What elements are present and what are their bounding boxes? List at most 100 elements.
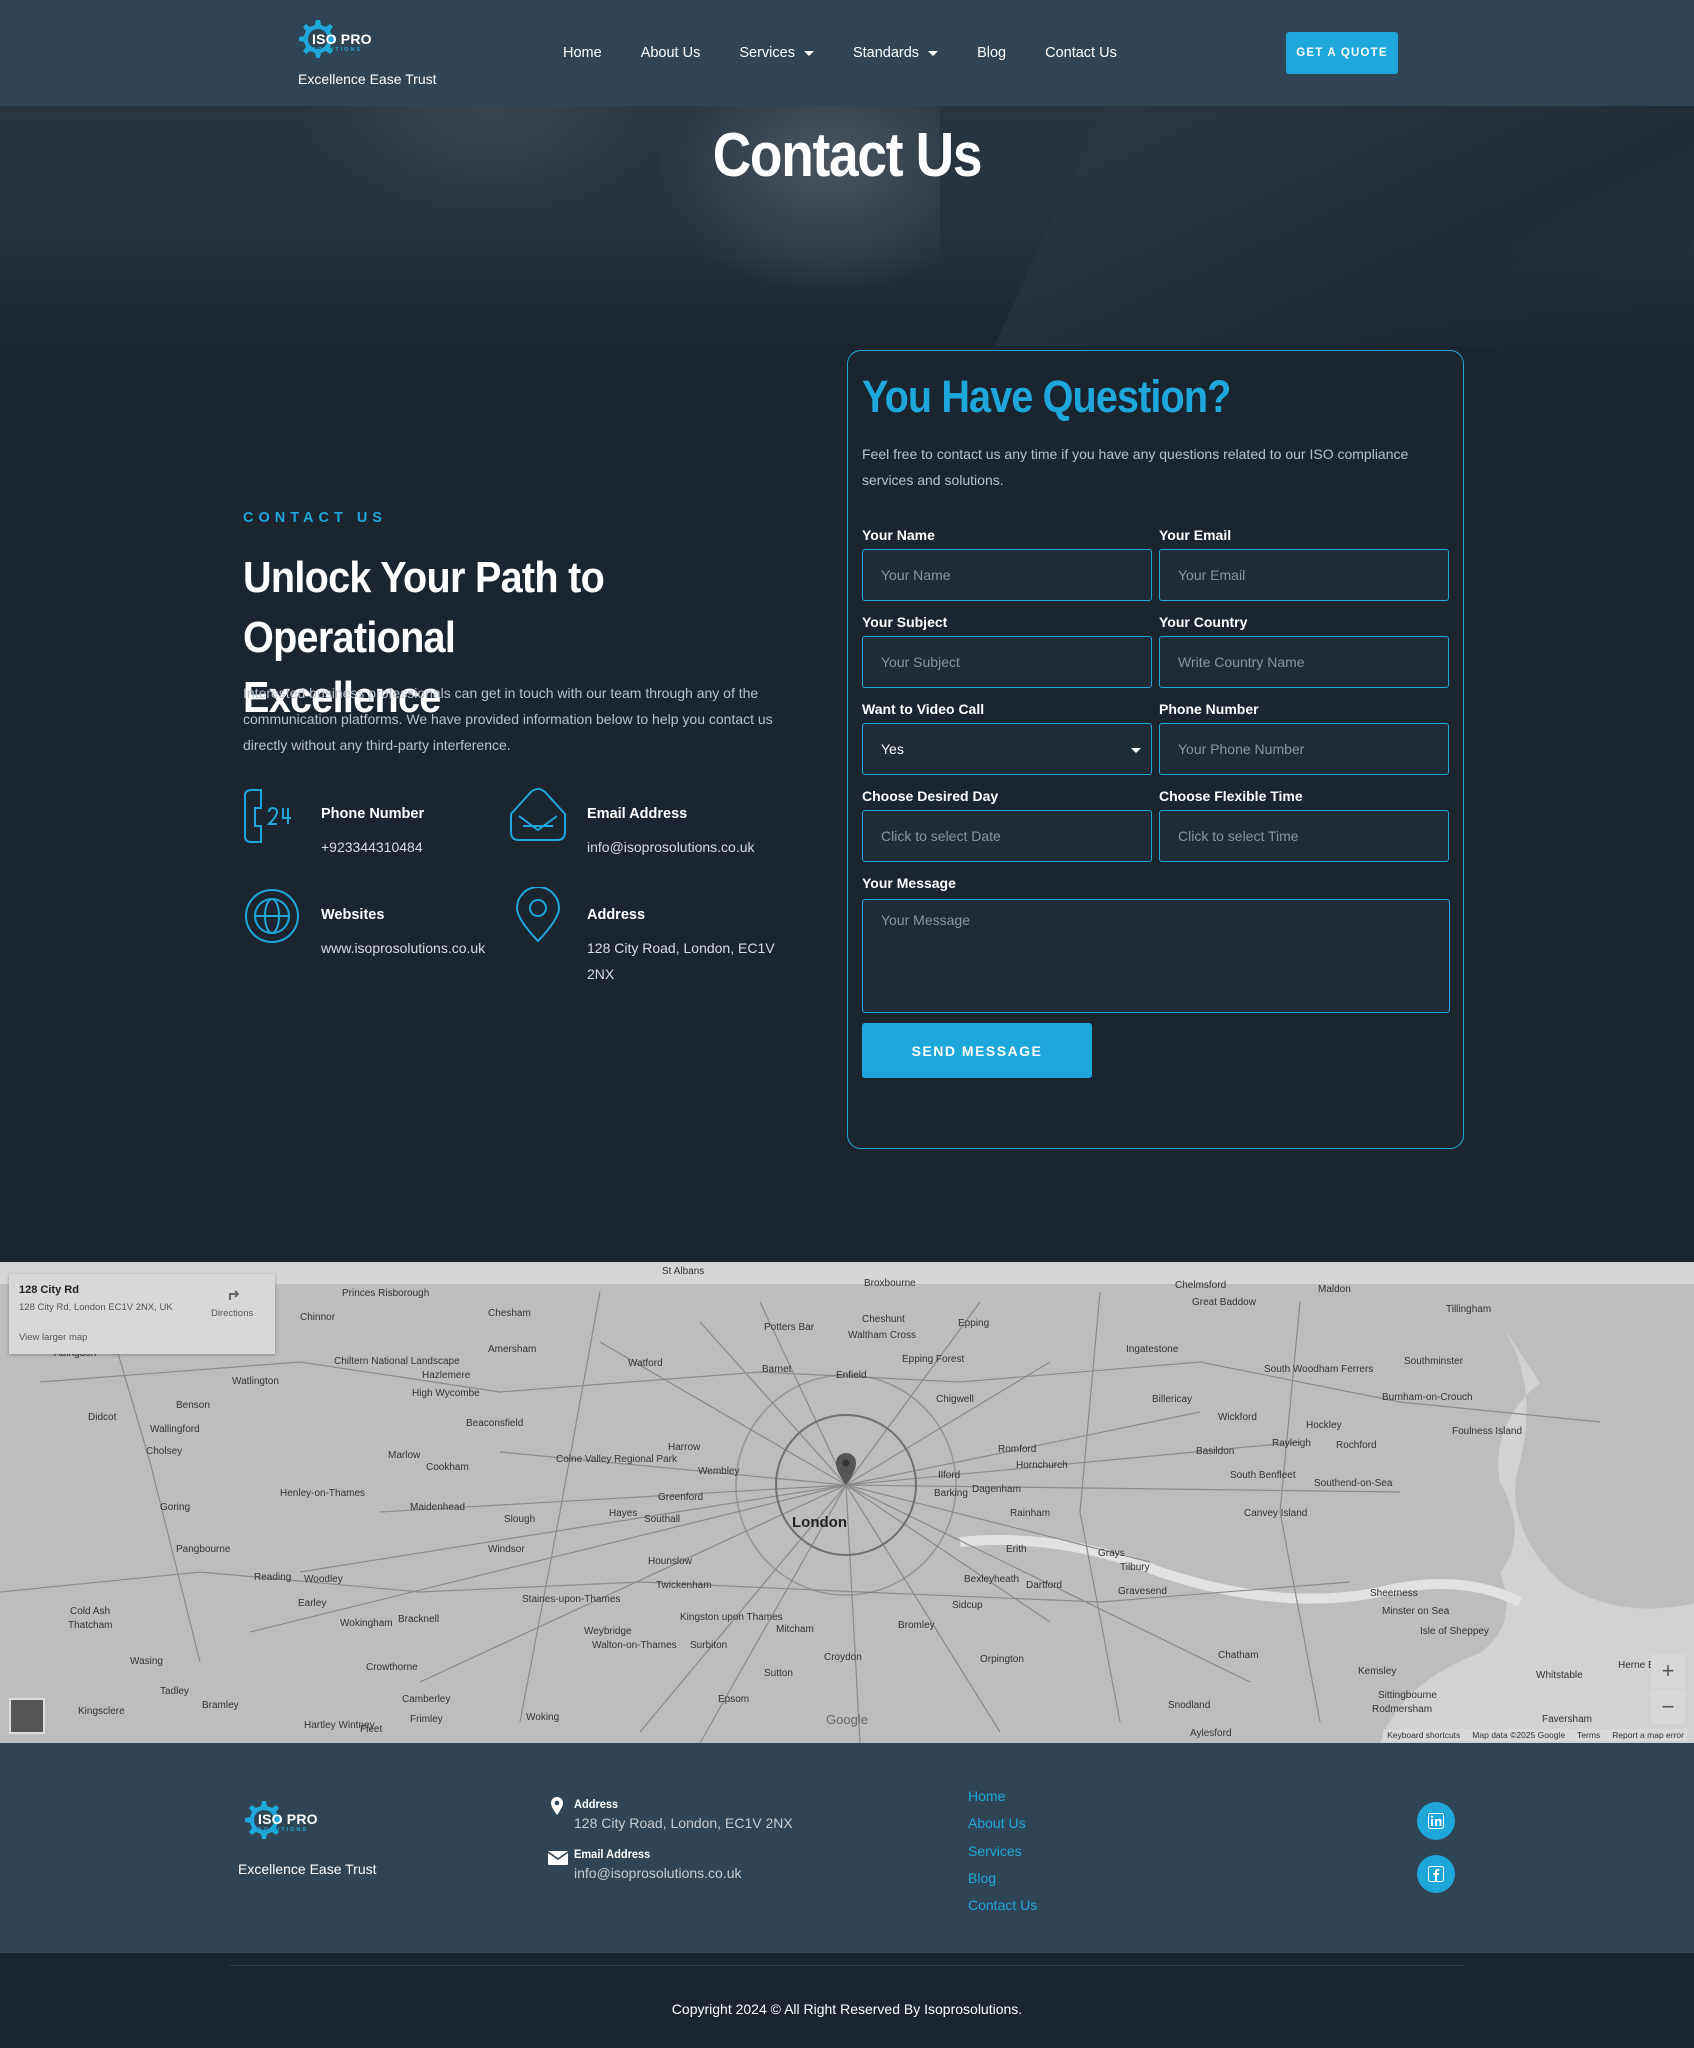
map-label: Dagenham xyxy=(972,1484,1021,1495)
date-field[interactable] xyxy=(862,810,1152,862)
phone-field[interactable] xyxy=(1159,723,1449,775)
satellite-toggle[interactable] xyxy=(9,1698,45,1734)
view-larger-map-link[interactable]: View larger map xyxy=(19,1332,87,1343)
country-field[interactable] xyxy=(1159,636,1449,688)
divider xyxy=(230,1965,1464,1966)
message-textarea[interactable]: Your Message xyxy=(862,899,1450,1013)
facebook-button[interactable] xyxy=(1417,1855,1455,1893)
map-label: Cold Ash xyxy=(70,1606,111,1617)
report-error-link[interactable]: Report a map error xyxy=(1612,1730,1684,1740)
map-label: St Albans xyxy=(662,1266,705,1277)
nav-about[interactable]: About Us xyxy=(641,42,701,64)
map-label: Beaconsfield xyxy=(466,1418,524,1429)
contact-value: 128 City Road, London, EC1V 2NX xyxy=(587,940,775,982)
send-message-button[interactable]: SEND MESSAGE xyxy=(862,1023,1092,1078)
phone-input[interactable] xyxy=(1178,741,1430,757)
map-label: Chigwell xyxy=(936,1394,974,1405)
map-pin-icon xyxy=(515,887,561,943)
map-attribution: Keyboard shortcuts Map data ©2025 Google… xyxy=(1383,1729,1688,1741)
contact-value[interactable]: +923344310484 xyxy=(321,834,521,860)
footer-link-home[interactable]: Home xyxy=(968,1783,1037,1810)
map-label: Weybridge xyxy=(584,1626,632,1637)
chevron-down-icon xyxy=(1131,748,1141,753)
address-label: Address xyxy=(574,1797,619,1811)
map-label: Reading xyxy=(254,1572,292,1583)
nav-blog[interactable]: Blog xyxy=(977,42,1006,64)
day-label: Choose Desired Day xyxy=(862,788,999,804)
map-label: Bracknell xyxy=(398,1614,440,1625)
zoom-in-button[interactable]: + xyxy=(1651,1654,1685,1688)
map-label: Foulness Island xyxy=(1452,1426,1523,1437)
message-label: Your Message xyxy=(862,875,956,891)
subject-label: Your Subject xyxy=(862,614,948,630)
map-label: Didcot xyxy=(88,1412,117,1423)
zoom-out-button[interactable]: − xyxy=(1651,1690,1685,1724)
footer-link-about[interactable]: About Us xyxy=(968,1810,1037,1837)
map-label: Fleet xyxy=(360,1724,383,1735)
linkedin-button[interactable] xyxy=(1417,1802,1455,1840)
map-label: Ingatestone xyxy=(1126,1344,1179,1355)
map-label: High Wycombe xyxy=(412,1388,480,1399)
map-label: Sittingbourne xyxy=(1378,1690,1437,1701)
email-value[interactable]: info@isoprosolutions.co.uk xyxy=(574,1865,848,1881)
video-call-select[interactable]: Yes xyxy=(862,723,1152,775)
map-label: Isle of Sheppey xyxy=(1420,1626,1489,1637)
map-label: Romford xyxy=(998,1444,1037,1455)
nav-home[interactable]: Home xyxy=(563,42,602,64)
map-label: Hockley xyxy=(1306,1420,1342,1431)
map-label: Billericay xyxy=(1152,1394,1193,1405)
contact-label: Websites xyxy=(321,907,385,923)
terms-link[interactable]: Terms xyxy=(1577,1730,1600,1740)
time-field[interactable] xyxy=(1159,810,1449,862)
map-label: Grays xyxy=(1098,1548,1125,1559)
directions-icon[interactable] xyxy=(227,1286,243,1302)
time-input[interactable] xyxy=(1178,828,1430,844)
site-logo[interactable]: ISO PRO SOLUTIONS Excellence Ease Trust xyxy=(292,14,452,90)
map-label: Rainham xyxy=(1010,1508,1051,1519)
map-label: Camberley xyxy=(402,1694,451,1705)
keyboard-shortcuts-link[interactable]: Keyboard shortcuts xyxy=(1387,1730,1460,1740)
map-label: Benson xyxy=(176,1400,210,1411)
map-label: Rochford xyxy=(1336,1440,1377,1451)
map-label: Colne Valley Regional Park xyxy=(556,1454,677,1465)
logo-wordmark: ISO PRO SOLUTIONS xyxy=(258,1811,318,1833)
map-label: Whitstable xyxy=(1536,1670,1583,1681)
email-input[interactable] xyxy=(1178,567,1430,583)
email-field[interactable] xyxy=(1159,549,1449,601)
mail-inbox-icon xyxy=(510,788,566,841)
map-label: Epsom xyxy=(718,1694,750,1705)
footer-tagline: Excellence Ease Trust xyxy=(238,1861,377,1877)
footer-link-blog[interactable]: Blog xyxy=(968,1865,1037,1892)
footer-link-services[interactable]: Services xyxy=(968,1838,1037,1865)
contact-label: Address xyxy=(587,907,646,923)
footer-link-contact[interactable]: Contact Us xyxy=(968,1892,1037,1919)
get-quote-button[interactable]: GET A QUOTE xyxy=(1286,32,1398,74)
map-label: Hayes xyxy=(609,1508,638,1519)
directions-link[interactable]: Directions xyxy=(211,1308,253,1319)
map-label: Cholsey xyxy=(146,1446,183,1457)
nav-contact[interactable]: Contact Us xyxy=(1045,42,1117,64)
name-input[interactable] xyxy=(881,567,1133,583)
name-label: Your Name xyxy=(862,527,935,543)
name-field[interactable] xyxy=(862,549,1152,601)
logo-wordmark: ISO PRO SOLUTIONS xyxy=(312,31,372,53)
contact-value[interactable]: info@isoprosolutions.co.uk xyxy=(587,834,787,860)
map-label: Cookham xyxy=(426,1462,469,1473)
map-label: Ilford xyxy=(938,1470,961,1481)
map-label: Maldon xyxy=(1318,1284,1351,1295)
map-label: Barking xyxy=(934,1488,968,1499)
map-label: Watlington xyxy=(232,1376,279,1387)
footer-logo[interactable]: ISO PRO SOLUTIONS Excellence Ease Trust xyxy=(238,1799,398,1877)
google-map[interactable]: London Chelmsford Maldon Tillingham Grea… xyxy=(0,1262,1694,1743)
country-input[interactable] xyxy=(1178,654,1430,670)
subject-field[interactable] xyxy=(862,636,1152,688)
nav-services[interactable]: Services xyxy=(739,42,814,64)
map-label: Bexleyheath xyxy=(964,1574,1020,1585)
nav-standards[interactable]: Standards xyxy=(853,42,939,64)
map-label: Marlow xyxy=(388,1450,421,1461)
date-input[interactable] xyxy=(881,828,1133,844)
map-label: Epping Forest xyxy=(902,1354,965,1365)
footer-contact: Address 128 City Road, London, EC1V 2NX … xyxy=(548,1797,848,1881)
subject-input[interactable] xyxy=(881,654,1133,670)
email-label: Email Address xyxy=(574,1847,651,1861)
